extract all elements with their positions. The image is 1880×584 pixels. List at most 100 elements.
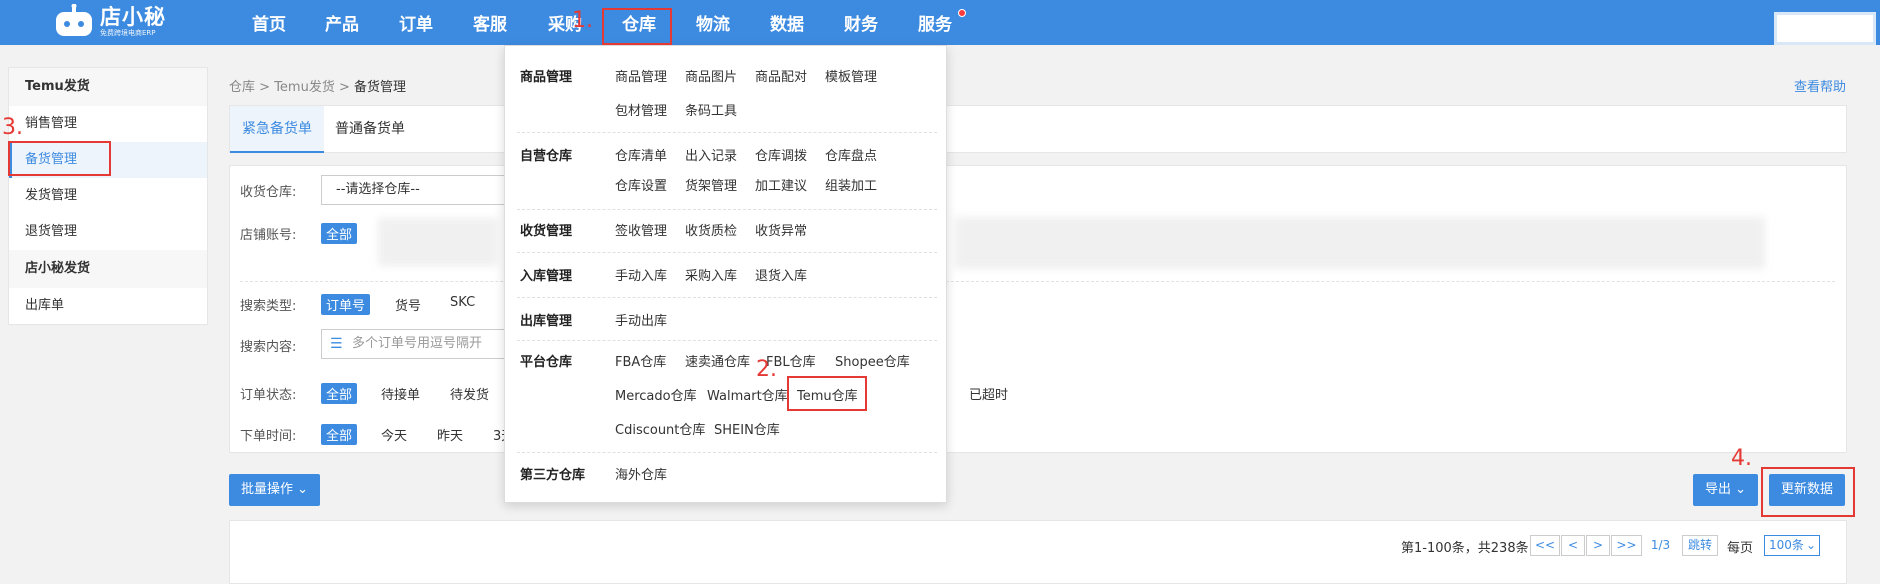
dd-link-fba[interactable]: FBA仓库 (615, 351, 666, 370)
dd-link-purchase-inbound[interactable]: 采购入库 (685, 265, 737, 284)
order-status-pending-accept[interactable]: 待接单 (381, 384, 420, 403)
dd-link-aliexpress[interactable]: 速卖通仓库 (685, 351, 750, 370)
redacted-shops (378, 218, 498, 266)
pager-jump[interactable]: 跳转 (1682, 535, 1718, 556)
dd-link-transfer[interactable]: 仓库调拨 (755, 145, 807, 164)
warehouse-label: 收货仓库: (240, 185, 297, 200)
export-button[interactable]: 导出 ⌄ (1693, 474, 1758, 506)
dd-link-processing-advice[interactable]: 加工建议 (755, 175, 807, 194)
order-status-overdue[interactable]: 已超时 (969, 384, 1008, 403)
shop-label: 店铺账号: (240, 228, 297, 243)
nav-finance[interactable]: 财务 (844, 0, 878, 45)
nav-logistics[interactable]: 物流 (696, 0, 730, 45)
warehouse-select[interactable]: --请选择仓库-- (321, 175, 506, 205)
dd-link-product-mgmt[interactable]: 商品管理 (615, 66, 667, 85)
nav-home[interactable]: 首页 (252, 0, 286, 45)
tab-normal[interactable]: 普通备货单 (323, 106, 417, 153)
pager-next[interactable]: > (1586, 535, 1610, 556)
search-type-skc[interactable]: SKC (450, 295, 475, 310)
nav-orders[interactable]: 订单 (399, 0, 433, 45)
dd-link-warehouse-list[interactable]: 仓库清单 (615, 145, 667, 164)
dd-link-receiving-exceptions[interactable]: 收货异常 (755, 220, 807, 239)
highlight-warehouse-nav (602, 8, 672, 45)
dd-section-products: 商品管理 (520, 70, 573, 85)
dd-link-product-pairing[interactable]: 商品配对 (755, 66, 807, 85)
order-time-yesterday[interactable]: 昨天 (437, 425, 463, 444)
dd-link-manual-outbound[interactable]: 手动出库 (615, 310, 667, 329)
dd-link-cdiscount[interactable]: Cdiscount仓库 (615, 419, 705, 438)
dd-divider (517, 452, 937, 453)
sidebar-item-shipping[interactable]: 发货管理 (9, 178, 207, 214)
shop-all-option[interactable]: 全部 (321, 223, 358, 244)
order-status-pending-ship[interactable]: 待发货 (450, 384, 489, 403)
breadcrumb-warehouse[interactable]: 仓库 (229, 80, 255, 95)
sidebar-group-temu: Temu发货 (9, 68, 207, 106)
pager-first[interactable]: << (1530, 535, 1560, 556)
sidebar-item-returns[interactable]: 退货管理 (9, 214, 207, 250)
order-time-all[interactable]: 全部 (321, 424, 358, 445)
dd-link-mercado[interactable]: Mercado仓库 (615, 385, 697, 404)
logo-subtitle: 免费跨境电商ERP (100, 28, 156, 37)
dd-link-assembly[interactable]: 组装加工 (825, 175, 877, 194)
order-status-all[interactable]: 全部 (321, 383, 358, 404)
nav-services[interactable]: 服务 (918, 0, 952, 45)
chevron-down-icon: ⌄ (1735, 482, 1747, 497)
sidebar-item-sales[interactable]: 销售管理 (9, 106, 207, 142)
nav-customer-service[interactable]: 客服 (473, 0, 507, 45)
dd-link-shelf-mgmt[interactable]: 货架管理 (685, 175, 737, 194)
nav-data[interactable]: 数据 (770, 0, 804, 45)
dd-divider (517, 252, 937, 253)
tab-urgent[interactable]: 紧急备货单 (230, 106, 324, 153)
dd-divider (517, 132, 937, 133)
dd-link-shein[interactable]: SHEIN仓库 (714, 419, 780, 438)
batch-actions-button[interactable]: 批量操作 ⌄ (229, 474, 320, 506)
search-input[interactable]: ☰ 多个订单号用逗号隔开 (321, 329, 506, 359)
warehouse-dropdown-menu: 商品管理 商品管理 商品图片 商品配对 模板管理 包材管理 条码工具 自营仓库 … (504, 45, 947, 503)
help-link[interactable]: 查看帮助 (1794, 76, 1846, 95)
dd-link-overseas[interactable]: 海外仓库 (615, 464, 667, 483)
user-avatar[interactable] (1774, 12, 1876, 45)
redacted-shops-2 (955, 217, 1765, 269)
order-time-today[interactable]: 今天 (381, 425, 407, 444)
per-page-value: 100条 (1769, 538, 1804, 552)
pager-last[interactable]: >> (1611, 535, 1642, 556)
annotation-step-3: 3. (2, 115, 23, 140)
dd-link-stocktake[interactable]: 仓库盘点 (825, 145, 877, 164)
breadcrumb-sep: > (338, 80, 350, 95)
search-type-order[interactable]: 订单号 (321, 294, 371, 315)
logo-name: 店小秘 (100, 4, 166, 29)
annotation-step-1: 1. (572, 8, 593, 33)
dd-link-template-mgmt[interactable]: 模板管理 (825, 66, 877, 85)
logo[interactable]: 店小秘 免费跨境电商ERP (52, 2, 166, 40)
dd-link-packaging-mgmt[interactable]: 包材管理 (615, 100, 667, 119)
sidebar-item-outbound[interactable]: 出库单 (9, 288, 207, 324)
tab-bar: 紧急备货单 普通备货单 (229, 105, 1847, 153)
dd-link-walmart[interactable]: Walmart仓库 (707, 385, 788, 404)
pager-current-page: 1/3 (1643, 535, 1678, 556)
search-type-label: 搜索类型: (240, 299, 297, 314)
highlight-stock-prep (8, 141, 111, 176)
robot-logo-icon (52, 3, 96, 38)
chevron-down-icon: ⌄ (297, 482, 309, 497)
top-navbar: 店小秘 免费跨境电商ERP 首页 产品 订单 客服 采购 仓库 物流 数据 财务… (0, 0, 1880, 45)
search-type-sku[interactable]: 货号 (395, 295, 421, 314)
breadcrumb-current: 备货管理 (354, 80, 407, 95)
dd-link-io-records[interactable]: 出入记录 (685, 145, 737, 164)
pager-prev[interactable]: < (1561, 535, 1585, 556)
notification-dot (958, 9, 966, 17)
dd-link-manual-inbound[interactable]: 手动入库 (615, 265, 667, 284)
dd-link-return-inbound[interactable]: 退货入库 (755, 265, 807, 284)
breadcrumb-temu[interactable]: Temu发货 (274, 80, 335, 95)
dd-link-barcode-tools[interactable]: 条码工具 (685, 100, 737, 119)
dd-link-product-images[interactable]: 商品图片 (685, 66, 737, 85)
search-content-label: 搜索内容: (240, 340, 297, 355)
dd-link-sign-mgmt[interactable]: 签收管理 (615, 220, 667, 239)
dd-link-warehouse-settings[interactable]: 仓库设置 (615, 175, 667, 194)
sidebar-group-dxm: 店小秘发货 (9, 250, 207, 288)
dd-link-receiving-qc[interactable]: 收货质检 (685, 220, 737, 239)
nav-products[interactable]: 产品 (325, 0, 359, 45)
order-status-label: 订单状态: (240, 388, 297, 403)
per-page-select[interactable]: 100条 ⌄ (1764, 535, 1820, 556)
dd-link-shopee[interactable]: Shopee仓库 (835, 351, 910, 370)
sidebar: Temu发货 销售管理 备货管理 发货管理 退货管理 店小秘发货 出库单 (8, 67, 208, 325)
